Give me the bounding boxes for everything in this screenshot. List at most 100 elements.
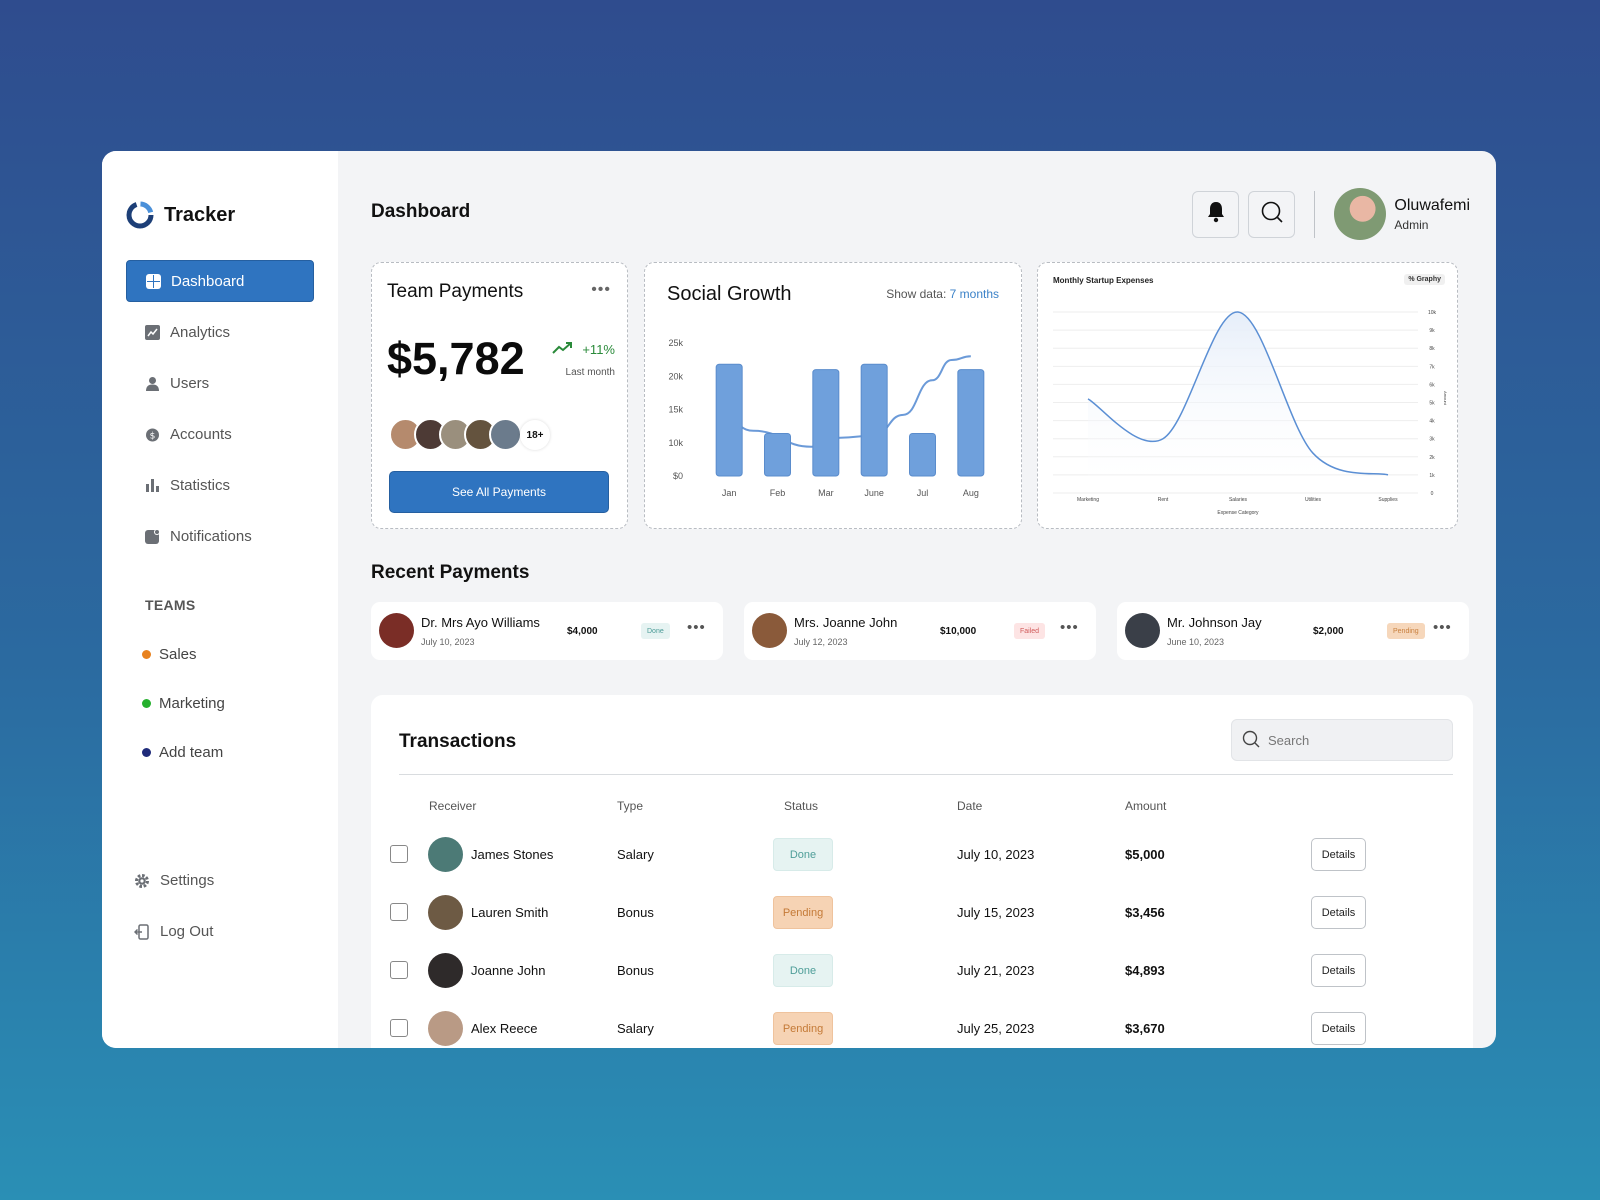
- recent-payments-title: Recent Payments: [371, 562, 530, 583]
- expenses-chart: 10k 9k 8k 7k 6k 5k 4k 3k 2k 1k 0 Marketing Rent Salar…: [1053, 310, 1448, 516]
- team-item-marketing[interactable]: Marketing: [142, 679, 225, 728]
- add-team-button[interactable]: Add team: [142, 728, 225, 777]
- status-badge: Failed: [1014, 623, 1046, 639]
- details-button[interactable]: Details: [1311, 838, 1366, 871]
- sidebar-item-statistics[interactable]: Statistics: [126, 464, 314, 506]
- search-field[interactable]: Search: [1231, 719, 1453, 761]
- y-tick-label: 25k: [668, 338, 683, 348]
- logout-button[interactable]: Log Out: [134, 906, 214, 957]
- sidebar-item-analytics[interactable]: Analytics: [126, 311, 314, 353]
- payment-amount: $2,000: [1313, 626, 1344, 637]
- bar[interactable]: [909, 432, 936, 477]
- details-button[interactable]: Details: [1311, 896, 1366, 929]
- app-logo[interactable]: Tracker: [126, 201, 235, 229]
- sidebar-nav: Dashboard Analytics Users $ Accounts Sta…: [126, 260, 314, 566]
- more-avatars-count: 18+: [520, 420, 550, 450]
- x-tick-label: Supplies: [1378, 497, 1398, 503]
- user-icon: [144, 375, 160, 391]
- team-list: Sales Marketing Add team: [142, 630, 225, 777]
- team-item-sales[interactable]: Sales: [142, 630, 225, 679]
- avatar: [489, 418, 522, 451]
- user-role: Admin: [1394, 217, 1429, 232]
- column-header-type[interactable]: Type: [617, 799, 643, 813]
- column-header-amount[interactable]: Amount: [1125, 799, 1166, 813]
- search-icon: [1260, 200, 1284, 229]
- bar[interactable]: [715, 363, 743, 477]
- bar[interactable]: [812, 369, 840, 477]
- payment-amount: $5,000: [1125, 847, 1165, 862]
- sidebar-item-label: Users: [170, 374, 210, 392]
- user-name: Oluwafemi: [1394, 196, 1470, 214]
- recent-payment-card[interactable]: Mrs. Joanne John July 12, 2023 $10,000 F…: [744, 602, 1096, 660]
- status-badge: Done: [773, 838, 833, 871]
- details-button[interactable]: Details: [1311, 954, 1366, 987]
- sidebar-item-label: Accounts: [170, 425, 232, 443]
- settings-button[interactable]: Settings: [134, 855, 214, 906]
- sidebar-item-notifications[interactable]: Notifications: [126, 515, 314, 557]
- team-avatars[interactable]: 18+: [389, 418, 550, 451]
- y-tick-label: 2k: [1429, 455, 1435, 461]
- see-all-payments-button[interactable]: See All Payments: [389, 471, 609, 513]
- details-button[interactable]: Details: [1311, 1012, 1366, 1045]
- row-checkbox[interactable]: [390, 961, 408, 979]
- row-checkbox[interactable]: [390, 1019, 408, 1037]
- sidebar-item-label: Statistics: [170, 476, 231, 494]
- row-checkbox[interactable]: [390, 903, 408, 921]
- header-divider: [1314, 190, 1316, 238]
- payment-amount: $10,000: [940, 626, 977, 637]
- payment-name: Mrs. Joanne John: [794, 615, 898, 630]
- expenses-card: Monthly Startup Expenses % Graphy 10k 9k 8…: [1037, 262, 1458, 529]
- more-options-icon[interactable]: •••: [1433, 619, 1452, 636]
- x-tick-label: Salaries: [1229, 497, 1248, 503]
- status-badge: Done: [773, 954, 833, 987]
- logout-label: Log Out: [160, 923, 214, 940]
- search-button[interactable]: [1248, 190, 1296, 238]
- y-tick-label: 5k: [1429, 401, 1435, 407]
- column-header-status[interactable]: Status: [784, 799, 818, 813]
- recent-payment-card[interactable]: Mr. Johnson Jay June 10, 2023 $2,000 Pen…: [1117, 602, 1469, 660]
- y-tick-label: 8k: [1429, 346, 1435, 352]
- notification-button[interactable]: [1192, 190, 1240, 238]
- bar[interactable]: [764, 432, 791, 477]
- team-dot: [142, 650, 151, 659]
- header-actions: Oluwafemi Admin: [1192, 188, 1470, 240]
- bar[interactable]: [957, 369, 985, 477]
- teams-heading: TEAMS: [145, 597, 196, 613]
- growth-value: +11%: [582, 342, 615, 357]
- more-options-icon[interactable]: •••: [591, 281, 611, 299]
- sidebar-item-users[interactable]: Users: [126, 362, 314, 404]
- y-tick-label: 15k: [668, 405, 683, 415]
- x-tick-label: Feb: [770, 488, 786, 498]
- column-header-receiver[interactable]: Receiver: [429, 799, 476, 813]
- user-info: Oluwafemi Admin: [1394, 197, 1470, 232]
- user-profile[interactable]: Oluwafemi Admin: [1334, 188, 1470, 240]
- settings-label: Settings: [160, 872, 215, 889]
- row-checkbox[interactable]: [390, 845, 408, 863]
- y-tick-label: 7k: [1429, 364, 1435, 370]
- more-options-icon[interactable]: •••: [687, 619, 706, 636]
- sidebar-item-dashboard[interactable]: Dashboard: [126, 260, 314, 302]
- payment-type: Bonus: [617, 905, 654, 920]
- transactions-title: Transactions: [399, 731, 517, 752]
- payment-date: July 21, 2023: [957, 963, 1035, 978]
- avatar: [1125, 613, 1160, 648]
- search-input[interactable]: Search: [1268, 733, 1309, 748]
- column-header-date[interactable]: Date: [957, 799, 982, 813]
- status-badge: Pending: [773, 896, 833, 929]
- trend-line: [729, 355, 971, 448]
- y-tick-label: 10k: [1428, 310, 1437, 316]
- recent-payment-card[interactable]: Dr. Mrs Ayo Williams July 10, 2023 $4,00…: [371, 602, 723, 660]
- growth-label: Last month: [565, 367, 615, 378]
- bar[interactable]: [860, 363, 888, 477]
- y-tick-label: 1k: [1429, 473, 1435, 479]
- bar-chart-icon: [144, 477, 160, 493]
- search-icon: [1242, 730, 1260, 751]
- sidebar-item-label: Analytics: [170, 323, 231, 341]
- y-axis-label: Amount: [1443, 391, 1448, 406]
- more-options-icon[interactable]: •••: [1060, 619, 1079, 636]
- sidebar-item-accounts[interactable]: $ Accounts: [126, 413, 314, 455]
- x-tick-label: June: [864, 488, 884, 498]
- y-tick-label: 4k: [1429, 419, 1435, 425]
- y-tick-label: 0: [1431, 491, 1434, 497]
- bell-icon: [1206, 201, 1226, 228]
